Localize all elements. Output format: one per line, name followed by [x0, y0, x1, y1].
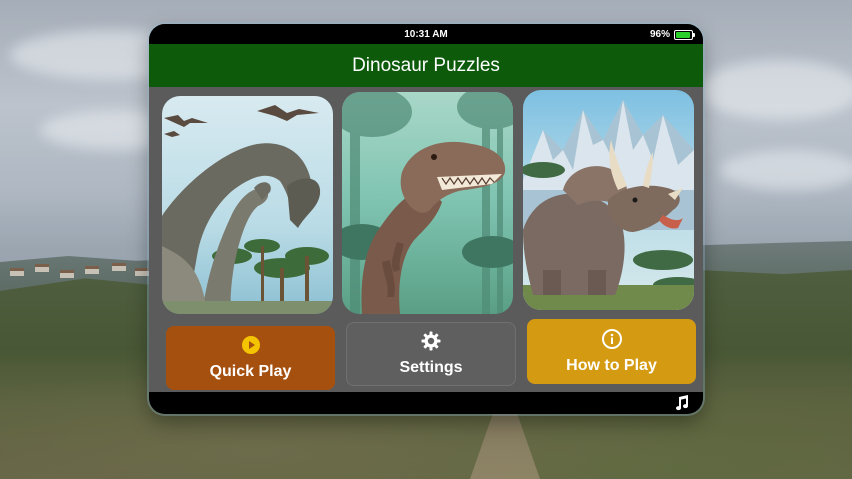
puzzle-card-triceratops[interactable] [523, 90, 694, 310]
triceratops-image [523, 90, 694, 310]
battery-percent: 96% [649, 29, 670, 40]
how-to-play-button[interactable]: How to Play [527, 319, 696, 384]
status-time: 10:31 AM [404, 29, 448, 40]
battery-fill [676, 31, 691, 38]
settings-button[interactable]: Settings [346, 322, 516, 386]
bottom-bar [149, 392, 703, 414]
page-title: Dinosaur Puzzles [352, 55, 500, 76]
how-to-play-label: How to Play [566, 356, 657, 374]
battery-icon [674, 29, 695, 40]
puzzle-card-t-rex[interactable] [342, 92, 513, 314]
quick-play-label: Quick Play [209, 363, 292, 380]
t-rex-image [342, 92, 513, 314]
cloud [720, 150, 852, 190]
status-right: 96% [649, 29, 695, 40]
gear-icon [421, 331, 441, 351]
title-bar: Dinosaur Puzzles [149, 44, 703, 87]
puzzle-card-brachiosaurus[interactable] [162, 96, 333, 314]
info-icon [601, 328, 622, 349]
quick-play-button[interactable]: Quick Play [166, 326, 335, 390]
puzzle-cards [161, 90, 695, 316]
app-window: 10:31 AM 96% Dinosaur Puzzles Quick Play… [149, 24, 703, 414]
settings-label: Settings [399, 359, 463, 376]
music-note-icon[interactable] [675, 395, 689, 411]
play-circle-icon [241, 335, 261, 355]
cloud [700, 60, 852, 120]
brachiosaurus-image [162, 96, 333, 314]
status-bar: 10:31 AM 96% [149, 24, 703, 44]
